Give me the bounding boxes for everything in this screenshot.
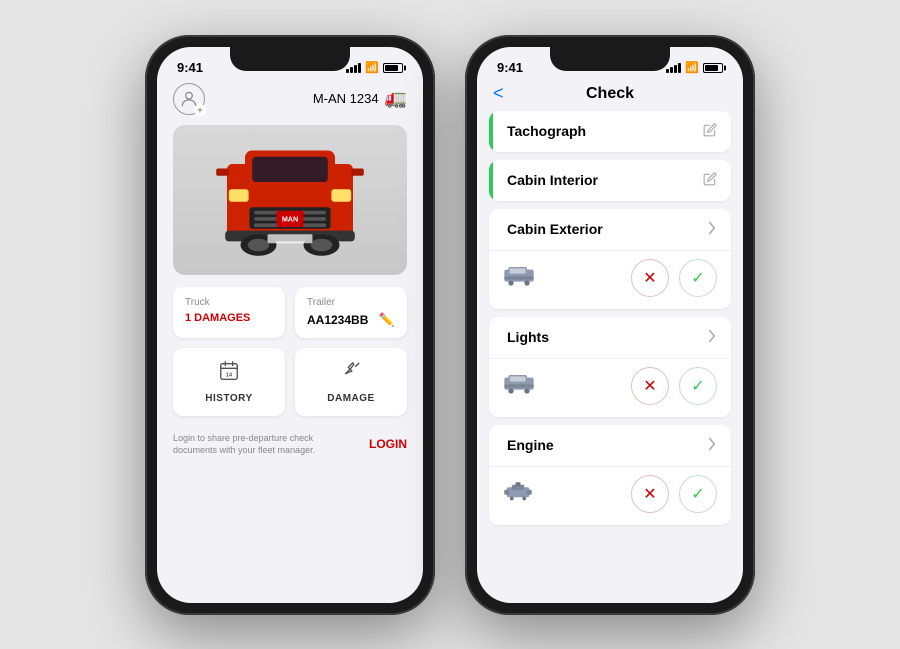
- svg-text:14: 14: [226, 372, 233, 378]
- phone-2: 9:41 📶 < Check: [465, 35, 755, 615]
- section-lights: Lights: [489, 317, 731, 417]
- lights-title: Lights: [507, 329, 549, 345]
- engine-reject-button[interactable]: ✕: [631, 475, 669, 513]
- cabin-interior-edit-icon: [703, 172, 717, 189]
- truck-damages: 1 DAMAGES: [185, 312, 273, 324]
- truck-card: Truck 1 DAMAGES: [173, 287, 285, 338]
- phone1-content: + M-AN 1234 🚛: [157, 83, 423, 461]
- time-1: 9:41: [177, 60, 203, 75]
- cabin-exterior-buttons: ✕ ✓: [631, 259, 717, 297]
- lights-sub-row: ✕ ✓: [489, 358, 731, 417]
- cabin-exterior-chevron-icon: [707, 221, 717, 238]
- phones-container: 9:41 📶: [0, 0, 900, 649]
- lights-header[interactable]: Lights: [489, 317, 731, 358]
- status-icons-1: 📶: [346, 61, 403, 74]
- phone2-nav: < Check: [477, 83, 743, 111]
- cabin-interior-title: Cabin Interior: [507, 172, 598, 188]
- section-cabin-interior: Cabin Interior: [489, 160, 731, 201]
- notch-1: [230, 47, 350, 71]
- phone1-header: + M-AN 1234 🚛: [173, 83, 407, 115]
- phone-2-screen: 9:41 📶 < Check: [477, 47, 743, 603]
- battery-icon-2: [703, 63, 723, 73]
- time-2: 9:41: [497, 60, 523, 75]
- signal-icon-1: [346, 63, 361, 73]
- avatar-icon[interactable]: +: [173, 83, 205, 115]
- back-button[interactable]: <: [493, 83, 504, 104]
- truck-label: Truck: [185, 297, 273, 308]
- lights-accept-button[interactable]: ✓: [679, 367, 717, 405]
- login-description: Login to share pre-departure check docum…: [173, 432, 333, 457]
- login-button[interactable]: LOGIN: [369, 437, 407, 451]
- phone-1: 9:41 📶: [145, 35, 435, 615]
- svg-text:MAN: MAN: [282, 214, 298, 223]
- engine-title: Engine: [507, 437, 554, 453]
- vehicle-id: M-AN 1234 🚛: [313, 88, 407, 109]
- section-tachograph: Tachograph: [489, 111, 731, 152]
- engine-icon: [503, 480, 533, 508]
- lights-reject-button[interactable]: ✕: [631, 367, 669, 405]
- check-list: Tachograph Cabin Interior: [477, 111, 743, 533]
- page-title: Check: [586, 85, 634, 103]
- lights-buttons: ✕ ✓: [631, 367, 717, 405]
- info-row: Truck 1 DAMAGES Trailer AA1234BB ✏️: [173, 287, 407, 338]
- battery-icon-1: [383, 63, 403, 73]
- lights-truck-icon: [503, 372, 535, 400]
- tachograph-header[interactable]: Tachograph: [489, 111, 731, 152]
- truck-icon-header: 🚛: [385, 88, 407, 109]
- damage-button[interactable]: DAMAGE: [295, 348, 407, 416]
- login-footer: Login to share pre-departure check docum…: [173, 428, 407, 461]
- engine-chevron-icon: [707, 437, 717, 454]
- section-cabin-exterior: Cabin Exterior: [489, 209, 731, 309]
- notch-2: [550, 47, 670, 71]
- history-icon: 14: [218, 360, 240, 388]
- cabin-exterior-title: Cabin Exterior: [507, 221, 603, 237]
- tachograph-edit-icon: [703, 123, 717, 140]
- status-icons-2: 📶: [666, 61, 723, 74]
- cabin-exterior-header[interactable]: Cabin Exterior: [489, 209, 731, 250]
- tachograph-title: Tachograph: [507, 123, 586, 139]
- cabin-exterior-sub-row: ✕ ✓: [489, 250, 731, 309]
- signal-icon-2: [666, 63, 681, 73]
- damage-label: DAMAGE: [327, 393, 374, 404]
- action-row: 14 HISTORY DAMAGE: [173, 348, 407, 416]
- engine-accept-button[interactable]: ✓: [679, 475, 717, 513]
- cabin-exterior-reject-button[interactable]: ✕: [631, 259, 669, 297]
- cabin-exterior-accept-button[interactable]: ✓: [679, 259, 717, 297]
- lights-chevron-icon: [707, 329, 717, 346]
- trailer-card: Trailer AA1234BB ✏️: [295, 287, 407, 338]
- engine-header[interactable]: Engine: [489, 425, 731, 466]
- history-label: HISTORY: [205, 393, 252, 404]
- history-button[interactable]: 14 HISTORY: [173, 348, 285, 416]
- wifi-icon-2: 📶: [685, 61, 699, 74]
- section-engine: Engine: [489, 425, 731, 525]
- vehicle-id-text: M-AN 1234: [313, 91, 379, 106]
- trailer-value: AA1234BB: [307, 313, 368, 327]
- trailer-row: AA1234BB ✏️: [307, 312, 395, 328]
- phone-1-screen: 9:41 📶: [157, 47, 423, 603]
- engine-sub-row: ✕ ✓: [489, 466, 731, 525]
- avatar-plus-icon: +: [194, 104, 206, 116]
- trailer-label: Trailer: [307, 297, 395, 308]
- truck-image-area: MAN: [173, 125, 407, 275]
- cabin-exterior-truck-icon: [503, 264, 535, 292]
- engine-buttons: ✕ ✓: [631, 475, 717, 513]
- trailer-edit-icon[interactable]: ✏️: [379, 312, 395, 328]
- wifi-icon-1: 📶: [365, 61, 379, 74]
- damage-icon: [340, 360, 362, 388]
- cabin-interior-header[interactable]: Cabin Interior: [489, 160, 731, 201]
